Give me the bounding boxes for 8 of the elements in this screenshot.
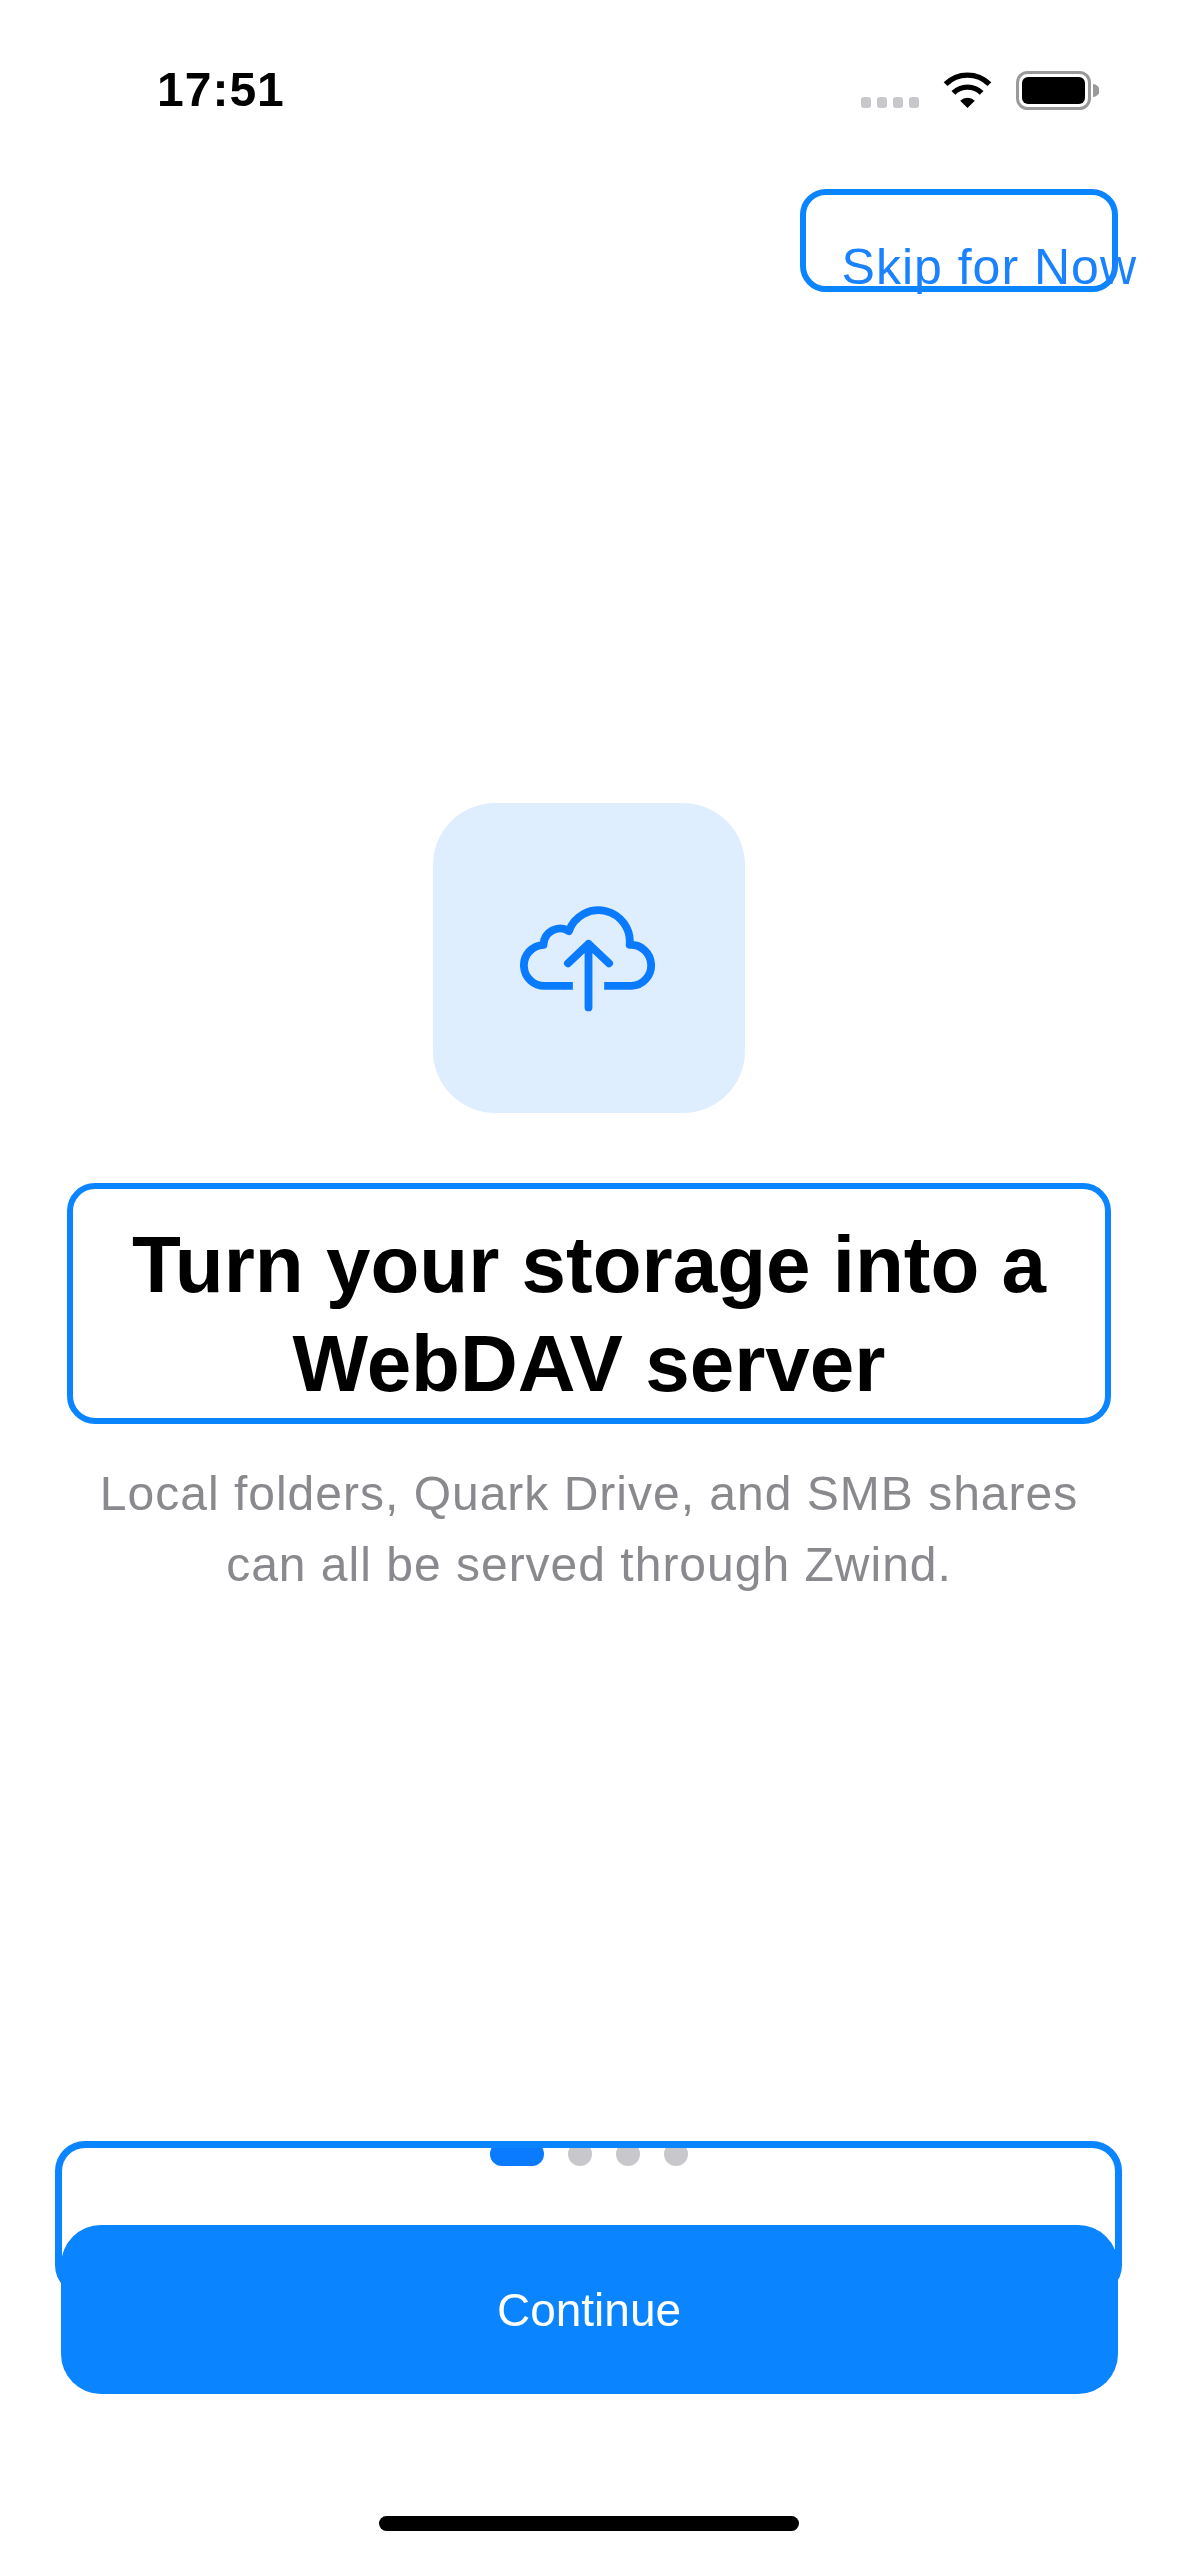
battery-icon [1016, 70, 1099, 110]
signal-icon [861, 96, 919, 108]
continue-button[interactable]: Continue [60, 2225, 1118, 2394]
status-time: 17:51 [157, 62, 285, 118]
onboarding-title: Turn your storage into a WebDAV server [130, 1219, 1048, 1410]
onboarding-subtitle: Local folders, Quark Drive, and SMB shares can all be served through Zwind. [98, 1466, 1080, 1593]
wifi-icon [942, 71, 993, 109]
cloud-upload-icon [433, 803, 745, 1113]
